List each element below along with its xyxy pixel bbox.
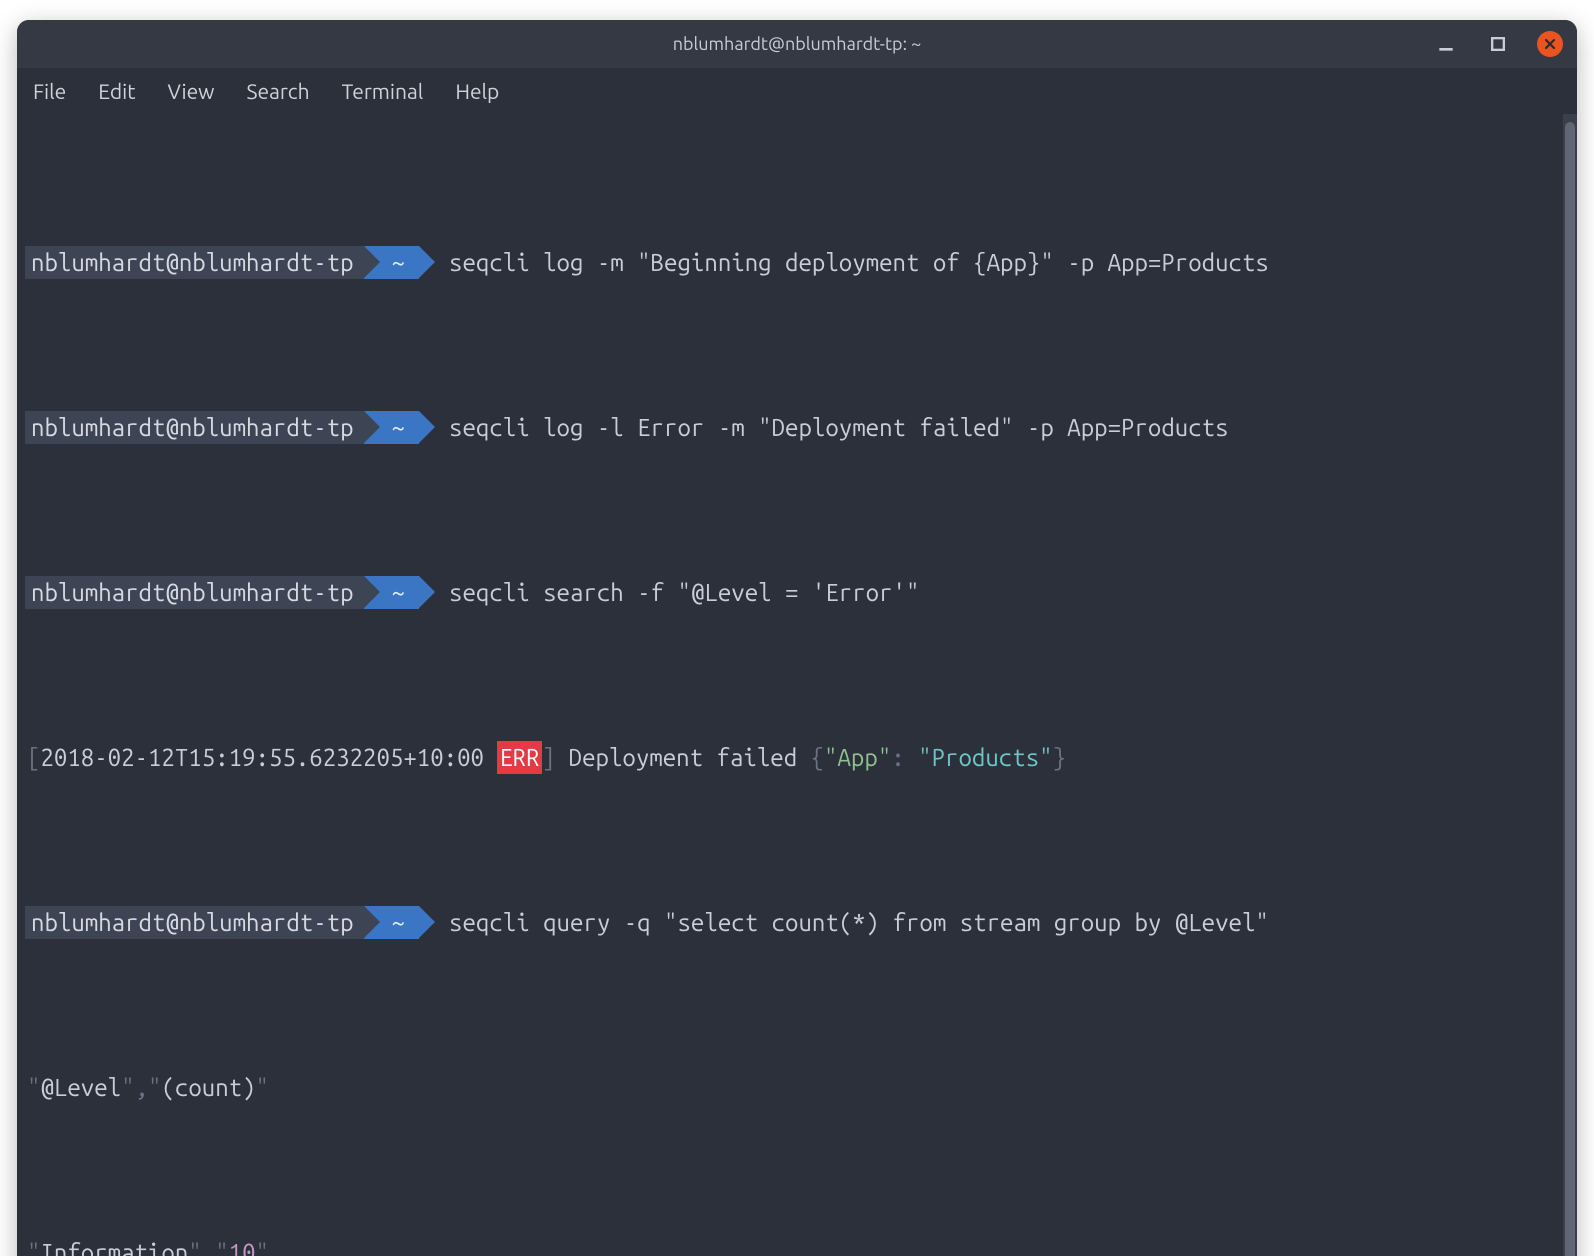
colon: : xyxy=(891,741,918,774)
prompt-line: nblumhardt@nblumhardt-tp ~ seqcli query … xyxy=(25,906,1563,939)
row-value: 10 xyxy=(229,1236,256,1256)
quote: " xyxy=(188,1236,201,1256)
prompt-userhost: nblumhardt@nblumhardt-tp xyxy=(25,906,364,939)
comma: , xyxy=(202,1236,215,1256)
close-button[interactable] xyxy=(1537,31,1563,57)
json-val: Products xyxy=(932,741,1040,774)
output-row: " Information " , " 10 " xyxy=(25,1236,1563,1256)
terminal-window: nblumhardt@nblumhardt-tp: ~ File Edit Vi… xyxy=(17,20,1577,1256)
space xyxy=(484,741,497,774)
quote: " xyxy=(256,1071,269,1104)
quote: " xyxy=(256,1236,269,1256)
command-text: seqcli query -q "select count(*) from st… xyxy=(419,906,1269,939)
menu-edit[interactable]: Edit xyxy=(98,79,135,103)
titlebar[interactable]: nblumhardt@nblumhardt-tp: ~ xyxy=(17,20,1577,68)
message-text: Deployment failed xyxy=(555,741,810,774)
prompt-userhost: nblumhardt@nblumhardt-tp xyxy=(25,411,364,444)
menubar: File Edit View Search Terminal Help xyxy=(17,68,1577,114)
row-label: Information xyxy=(40,1236,188,1256)
menu-help[interactable]: Help xyxy=(455,79,499,103)
bracket-close: ] xyxy=(542,741,555,774)
col-name: @Level xyxy=(40,1071,121,1104)
command-text: seqcli log -l Error -m "Deployment faile… xyxy=(419,411,1229,444)
window-controls xyxy=(1433,20,1563,68)
menu-view[interactable]: View xyxy=(167,79,214,103)
level-badge-error: ERR xyxy=(497,741,541,774)
menu-file[interactable]: File xyxy=(33,79,66,103)
bracket-open: [ xyxy=(27,741,40,774)
menu-terminal[interactable]: Terminal xyxy=(342,79,424,103)
quote: " xyxy=(121,1071,134,1104)
output-line: [ 2018-02-12T15:19:55.6232205+10:00 ERR … xyxy=(25,741,1563,774)
comma: , xyxy=(135,1071,148,1104)
prompt-userhost: nblumhardt@nblumhardt-tp xyxy=(25,576,364,609)
maximize-button[interactable] xyxy=(1485,31,1511,57)
prompt-line: nblumhardt@nblumhardt-tp ~ seqcli search… xyxy=(25,576,1563,609)
col-name: (count) xyxy=(161,1071,255,1104)
json-key-quote: " xyxy=(878,741,891,774)
minimize-button[interactable] xyxy=(1433,31,1459,57)
brace-open: { xyxy=(811,741,824,774)
command-text: seqcli log -m "Beginning deployment of {… xyxy=(419,246,1269,279)
quote: " xyxy=(27,1071,40,1104)
quote: " xyxy=(148,1071,161,1104)
command-text: seqcli search -f "@Level = 'Error'" xyxy=(419,576,919,609)
quote: " xyxy=(27,1236,40,1256)
timestamp: 2018-02-12T15:19:55.6232205+10:00 xyxy=(40,741,484,774)
terminal-viewport[interactable]: nblumhardt@nblumhardt-tp ~ seqcli log -m… xyxy=(17,114,1563,1256)
window-title: nblumhardt@nblumhardt-tp: ~ xyxy=(673,34,922,54)
prompt-line: nblumhardt@nblumhardt-tp ~ seqcli log -m… xyxy=(25,246,1563,279)
scrollbar[interactable] xyxy=(1563,114,1577,1256)
scrollbar-thumb[interactable] xyxy=(1565,122,1575,1256)
output-header-line: " @Level " , " (count) " xyxy=(25,1071,1563,1104)
prompt-userhost: nblumhardt@nblumhardt-tp xyxy=(25,246,364,279)
menu-search[interactable]: Search xyxy=(246,79,309,103)
json-key-quote: " xyxy=(824,741,837,774)
json-val-quote: " xyxy=(1039,741,1052,774)
json-val-quote: " xyxy=(918,741,931,774)
brace-close: } xyxy=(1053,741,1066,774)
prompt-line: nblumhardt@nblumhardt-tp ~ seqcli log -l… xyxy=(25,411,1563,444)
json-key: App xyxy=(837,741,877,774)
quote: " xyxy=(215,1236,228,1256)
